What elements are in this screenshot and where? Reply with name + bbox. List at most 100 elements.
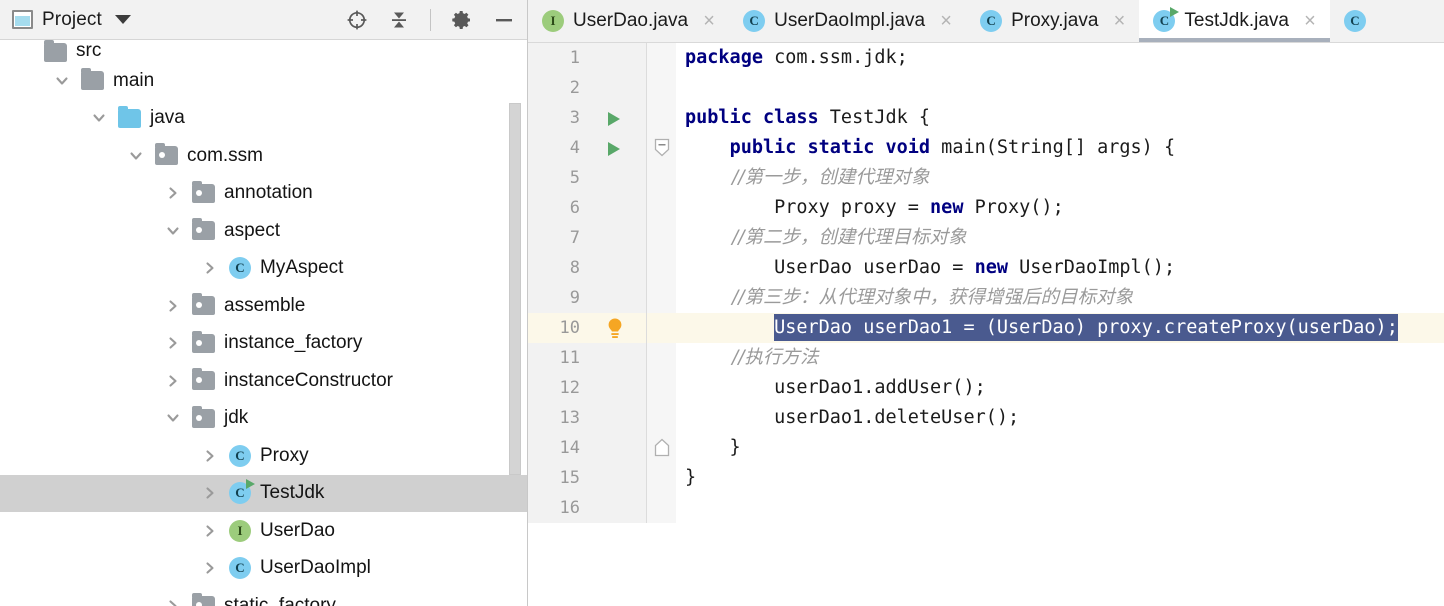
- tree-item-jdk[interactable]: jdk: [0, 400, 527, 438]
- chevron-down-icon[interactable]: [51, 70, 73, 92]
- code-folding-gutter[interactable]: [646, 493, 676, 523]
- code-folding-gutter[interactable]: [646, 223, 676, 253]
- chevron-right-icon[interactable]: [162, 595, 184, 606]
- chevron-right-icon[interactable]: [162, 370, 184, 392]
- chevron-right-icon[interactable]: [199, 445, 221, 467]
- close-icon[interactable]: ×: [1110, 11, 1128, 31]
- tree-item-main[interactable]: main: [0, 62, 527, 100]
- code-line[interactable]: 3 public class TestJdk {: [528, 103, 1444, 133]
- tree-item-aspect[interactable]: aspect: [0, 212, 527, 250]
- fold-end-icon[interactable]: [654, 438, 670, 457]
- code-folding-gutter[interactable]: [646, 103, 676, 133]
- gutter-marker-area[interactable]: [590, 373, 646, 403]
- tree-item-com-ssm[interactable]: com.ssm: [0, 137, 527, 175]
- code-folding-gutter[interactable]: [646, 163, 676, 193]
- tree-item-java[interactable]: java: [0, 100, 527, 138]
- chevron-down-icon[interactable]: [114, 15, 131, 24]
- editor-tab-userdaoimpl-java[interactable]: C UserDaoImpl.java ×: [729, 0, 967, 42]
- locate-target-icon[interactable]: [344, 7, 370, 33]
- gutter-marker-area[interactable]: [590, 493, 646, 523]
- code-folding-gutter[interactable]: [646, 463, 676, 493]
- run-gutter-icon[interactable]: [608, 112, 620, 126]
- code-folding-gutter[interactable]: [646, 133, 676, 163]
- code-line[interactable]: 11 //执行方法: [528, 343, 1444, 373]
- chevron-right-icon[interactable]: [162, 182, 184, 204]
- chevron-right-icon[interactable]: [199, 520, 221, 542]
- run-gutter-icon[interactable]: [608, 142, 620, 156]
- tree-item-userdao[interactable]: I UserDao: [0, 512, 527, 550]
- fold-collapse-icon[interactable]: [654, 138, 670, 157]
- tree-item-static-factory[interactable]: static_factory: [0, 587, 527, 606]
- code-line[interactable]: 4 public static void main(String[] args)…: [528, 133, 1444, 163]
- gutter-marker-area[interactable]: [590, 133, 646, 163]
- editor-tab-overflow[interactable]: C: [1329, 0, 1377, 42]
- editor-tab-proxy-java[interactable]: C Proxy.java ×: [966, 0, 1140, 42]
- tree-item-src[interactable]: src: [0, 40, 527, 62]
- chevron-down-icon[interactable]: [162, 220, 184, 242]
- code-line[interactable]: 12 userDao1.addUser();: [528, 373, 1444, 403]
- gutter-marker-area[interactable]: [590, 463, 646, 493]
- code-line[interactable]: 2: [528, 73, 1444, 103]
- gutter-marker-area[interactable]: [590, 253, 646, 283]
- editor-tab-testjdk-java[interactable]: C TestJdk.java ×: [1139, 0, 1330, 42]
- editor-tab-userdao-java[interactable]: I UserDao.java ×: [528, 0, 730, 42]
- chevron-right-icon[interactable]: [199, 557, 221, 579]
- code-folding-gutter[interactable]: [646, 403, 676, 433]
- code-folding-gutter[interactable]: [646, 343, 676, 373]
- code-line[interactable]: 6 Proxy proxy = new Proxy();: [528, 193, 1444, 223]
- gutter-marker-area[interactable]: [590, 223, 646, 253]
- code-line[interactable]: 16: [528, 493, 1444, 523]
- chevron-down-icon[interactable]: [162, 407, 184, 429]
- code-folding-gutter[interactable]: [646, 193, 676, 223]
- code-folding-gutter[interactable]: [646, 313, 676, 343]
- code-line[interactable]: 1 package com.ssm.jdk;: [528, 43, 1444, 73]
- gutter-marker-area[interactable]: [590, 193, 646, 223]
- gutter-marker-area[interactable]: [590, 313, 646, 343]
- code-folding-gutter[interactable]: [646, 73, 676, 103]
- close-icon[interactable]: ×: [1301, 11, 1319, 31]
- gutter-marker-area[interactable]: [590, 43, 646, 73]
- code-line[interactable]: 13 userDao1.deleteUser();: [528, 403, 1444, 433]
- close-icon[interactable]: ×: [700, 11, 718, 31]
- tree-item-testjdk[interactable]: C TestJdk: [0, 474, 527, 512]
- chevron-down-icon[interactable]: [88, 107, 110, 129]
- code-editor[interactable]: 1 package com.ssm.jdk; 2 3 public class Test…: [528, 43, 1444, 606]
- tree-item-proxy[interactable]: C Proxy: [0, 437, 527, 475]
- project-tree-scrollbar-thumb[interactable]: [509, 103, 521, 475]
- code-line[interactable]: 14 }: [528, 433, 1444, 463]
- chevron-down-icon[interactable]: [125, 145, 147, 167]
- tree-item-annotation[interactable]: annotation: [0, 175, 527, 213]
- collapse-all-icon[interactable]: [386, 7, 412, 33]
- gear-icon[interactable]: [449, 7, 475, 33]
- code-line[interactable]: 5 //第一步，创建代理对象: [528, 163, 1444, 193]
- code-line[interactable]: 15}: [528, 463, 1444, 493]
- tree-item-assemble[interactable]: assemble: [0, 287, 527, 325]
- tree-item-instanceconstructor[interactable]: instanceConstructor: [0, 362, 527, 400]
- chevron-right-icon[interactable]: [199, 482, 221, 504]
- gutter-marker-area[interactable]: [590, 163, 646, 193]
- gutter-marker-area[interactable]: [590, 433, 646, 463]
- close-icon[interactable]: ×: [937, 11, 955, 31]
- gutter-marker-area[interactable]: [590, 343, 646, 373]
- lightbulb-intention-icon[interactable]: [604, 317, 626, 340]
- code-line[interactable]: 7 //第二步，创建代理目标对象: [528, 223, 1444, 253]
- minimize-icon[interactable]: [491, 7, 517, 33]
- project-tree-scrollbar[interactable]: [509, 40, 521, 606]
- code-folding-gutter[interactable]: [646, 283, 676, 313]
- tree-item-instance-factory[interactable]: instance_factory: [0, 325, 527, 363]
- tree-item-myaspect[interactable]: C MyAspect: [0, 250, 527, 288]
- code-line[interactable]: 8 UserDao userDao = new UserDaoImpl();: [528, 253, 1444, 283]
- code-folding-gutter[interactable]: [646, 253, 676, 283]
- project-title-group[interactable]: Project: [12, 9, 131, 31]
- gutter-marker-area[interactable]: [590, 283, 646, 313]
- gutter-marker-area[interactable]: [590, 403, 646, 433]
- chevron-right-icon[interactable]: [199, 257, 221, 279]
- gutter-marker-area[interactable]: [590, 103, 646, 133]
- code-folding-gutter[interactable]: [646, 433, 676, 463]
- code-line[interactable]: 9 //第三步：从代理对象中，获得增强后的目标对象: [528, 283, 1444, 313]
- tree-item-userdaoimpl[interactable]: C UserDaoImpl: [0, 550, 527, 588]
- code-folding-gutter[interactable]: [646, 373, 676, 403]
- chevron-right-icon[interactable]: [162, 295, 184, 317]
- gutter-marker-area[interactable]: [590, 73, 646, 103]
- code-folding-gutter[interactable]: [646, 43, 676, 73]
